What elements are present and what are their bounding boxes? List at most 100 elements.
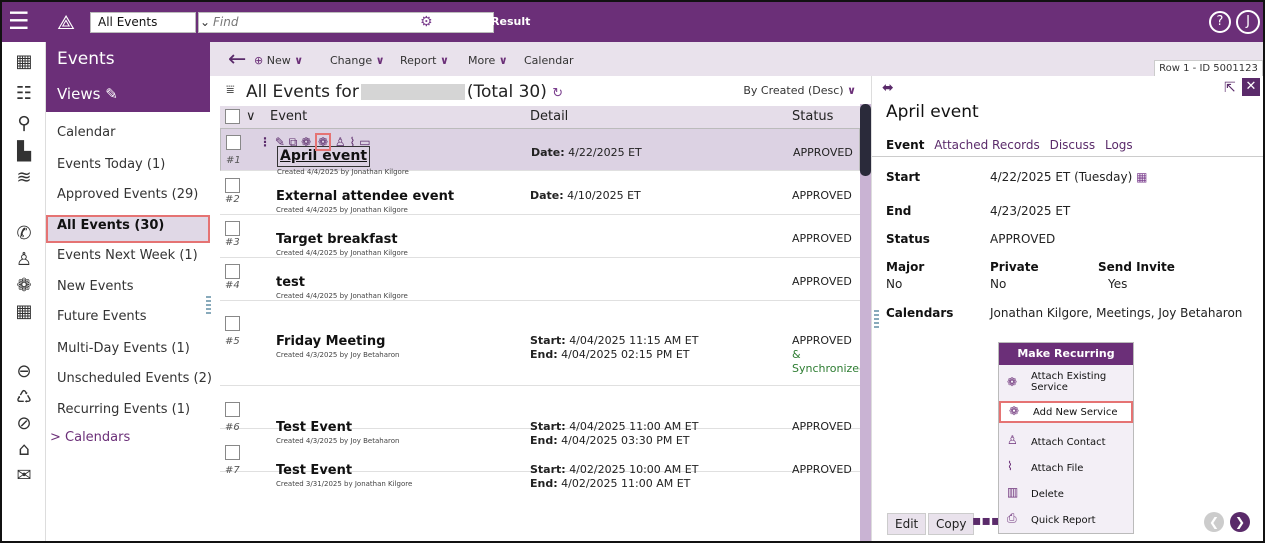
views-grid-icon[interactable]: ☷ (12, 82, 36, 106)
view-item[interactable]: Calendar (57, 124, 115, 142)
row-checkbox[interactable] (225, 445, 240, 460)
service-icon[interactable]: ❁ (12, 274, 36, 298)
search-input[interactable]: Find (198, 12, 494, 33)
table-row[interactable]: #6 Test Event Created 4/3/2025 by Joy Beta… (220, 386, 860, 447)
view-item[interactable]: All Events (30) (57, 217, 164, 235)
attach-existing-service-item[interactable]: ❁ Attach Existing Service (999, 371, 1133, 397)
edit-button[interactable]: Edit (887, 513, 927, 535)
views-header[interactable]: Views ✎ (46, 76, 210, 112)
column-menu-icon[interactable]: ∨ (246, 109, 256, 124)
view-item[interactable]: Future Events (57, 308, 147, 326)
filter-settings-icon[interactable]: ⚙ (420, 13, 438, 31)
prev-record-icon[interactable]: ❮ (1204, 512, 1224, 532)
user-avatar[interactable]: J (1236, 10, 1260, 34)
attach-file-item[interactable]: ⌇ Attach File (999, 460, 1133, 477)
column-detail[interactable]: Detail (530, 109, 568, 124)
back-arrow-icon[interactable]: ← (228, 49, 246, 71)
tab-attached-records[interactable]: Attached Records (934, 138, 1040, 152)
close-icon[interactable]: ✕ (1242, 78, 1260, 96)
view-item[interactable]: Recurring Events (1) (57, 401, 190, 419)
search-icon[interactable]: ⚲ (12, 112, 36, 136)
row-action-icons: ⋮ ✎ ⧉ ❁ ❁ ♙ ⌇ ▭ (259, 133, 371, 152)
row-checkbox[interactable] (225, 178, 240, 193)
calendars-link[interactable]: > Calendars (50, 430, 130, 445)
calendar-icon[interactable]: ▦ (12, 50, 36, 74)
bank-icon[interactable]: ⌂ (12, 438, 36, 462)
resize-handle[interactable] (206, 296, 211, 314)
help-icon[interactable]: ? (1209, 11, 1231, 33)
delete-item[interactable]: ▥ Delete (999, 486, 1133, 503)
edit-icon[interactable]: ✎ (275, 135, 285, 149)
pencil-icon[interactable]: ✎ (105, 85, 118, 103)
menu-icon[interactable]: ☰ (8, 9, 32, 35)
row-checkbox[interactable] (225, 264, 240, 279)
copy-button[interactable]: Copy (928, 513, 975, 535)
group-icon[interactable]: ♺ (12, 386, 36, 410)
add-new-service-item[interactable]: ❁ Add New Service (999, 401, 1133, 423)
expand-arrows-icon[interactable]: ⬌ (882, 80, 894, 96)
tab-event[interactable]: Event (886, 138, 924, 152)
new-button[interactable]: ⊕ New ∨ (254, 54, 303, 68)
tab-discuss[interactable]: Discuss (1050, 138, 1096, 152)
event-name-link[interactable]: Friday Meeting (276, 334, 385, 349)
event-name-link[interactable]: Target breakfast (276, 232, 398, 247)
layers-icon[interactable]: ≋ (12, 166, 36, 190)
sort-dropdown[interactable]: By Created (Desc) ∨ (743, 84, 856, 97)
row-checkbox[interactable] (225, 316, 240, 331)
more-button[interactable]: More ∨ (468, 54, 508, 68)
change-button[interactable]: Change ∨ (330, 54, 385, 68)
column-event[interactable]: Event (270, 109, 307, 124)
row-checkbox[interactable] (225, 402, 240, 417)
quick-report-item[interactable]: ⎙ Quick Report (999, 512, 1133, 529)
mail-icon[interactable]: ✉ (12, 464, 36, 488)
view-item[interactable]: Multi-Day Events (1) (57, 340, 190, 358)
chevron-down-icon[interactable]: ⌄ (200, 12, 210, 32)
tab-logs[interactable]: Logs (1105, 138, 1133, 152)
bar-chart-icon[interactable]: ▙ (12, 140, 36, 164)
calendar-grid-icon[interactable]: ▦ (12, 300, 36, 324)
inbox-icon[interactable]: ⊖ (12, 360, 36, 384)
select-all-checkbox[interactable] (225, 109, 240, 124)
row-checkbox[interactable] (226, 135, 241, 150)
row-checkbox[interactable] (225, 221, 240, 236)
filter-result-checkbox[interactable] (439, 17, 449, 27)
calendar-link[interactable]: Calendar (524, 54, 573, 68)
make-recurring-item[interactable]: Make Recurring (999, 343, 1133, 365)
calendar-picker-icon[interactable]: ▦ (1136, 170, 1147, 184)
table-row[interactable]: #7 Test Event Created 3/31/2025 by Jonatha… (220, 429, 860, 490)
scrollbar-thumb[interactable] (860, 104, 871, 176)
drag-handle-icon[interactable]: ⋮ (259, 135, 271, 149)
add-contact-icon[interactable]: ♙ (335, 135, 346, 149)
table-row[interactable]: #1 April event Created 4/4/2025 by Jonatha… (220, 128, 860, 176)
table-row[interactable]: #5 Friday Meeting Created 4/3/2025 by Joy … (220, 300, 866, 386)
view-item[interactable]: New Events (57, 278, 134, 296)
phone-icon[interactable]: ✆ (12, 222, 36, 246)
view-item[interactable]: Events Next Week (1) (57, 247, 198, 265)
attach-contact-item[interactable]: ♙ Attach Contact (999, 434, 1133, 451)
detail-resize-handle[interactable] (874, 310, 879, 328)
view-item[interactable]: Unscheduled Events (2) (57, 370, 212, 388)
copy-icon[interactable]: ⧉ (289, 135, 298, 149)
event-name-link[interactable]: Test Event (276, 463, 352, 478)
table-row[interactable]: #2 External attendee event Created 4/4/202… (220, 172, 860, 215)
next-record-icon[interactable]: ❯ (1230, 512, 1250, 532)
blocked-icon[interactable]: ⊘ (12, 412, 36, 436)
paperclip-icon[interactable]: ⌇ (350, 135, 356, 149)
calendar-icon[interactable]: ▭ (359, 135, 370, 149)
filter-icon[interactable]: ⩸ (226, 82, 235, 98)
add-service-icon[interactable]: ❁ (315, 133, 332, 151)
report-button[interactable]: Report ∨ (400, 54, 449, 68)
view-item[interactable]: Approved Events (29) (57, 186, 198, 204)
add-contact-icon[interactable]: ♙ (12, 248, 36, 272)
pop-out-icon[interactable]: ⇱ (1224, 80, 1236, 96)
view-item[interactable]: Events Today (1) (57, 156, 165, 174)
event-name-link[interactable]: test (276, 275, 305, 290)
column-status[interactable]: Status (792, 109, 833, 124)
refresh-icon[interactable]: ↻ (552, 86, 563, 101)
service-icon[interactable]: ❁ (301, 135, 311, 149)
event-name-link[interactable]: External attendee event (276, 189, 454, 204)
table-row[interactable]: #3 Target breakfast Created 4/4/2025 by Jo… (220, 215, 860, 258)
table-row[interactable]: #4 test Created 4/4/2025 by Jonathan Kilgo… (220, 258, 860, 301)
view-select[interactable]: All Events (90, 12, 196, 33)
more-dots-icon[interactable]: ▪▪▪ (972, 513, 1000, 529)
